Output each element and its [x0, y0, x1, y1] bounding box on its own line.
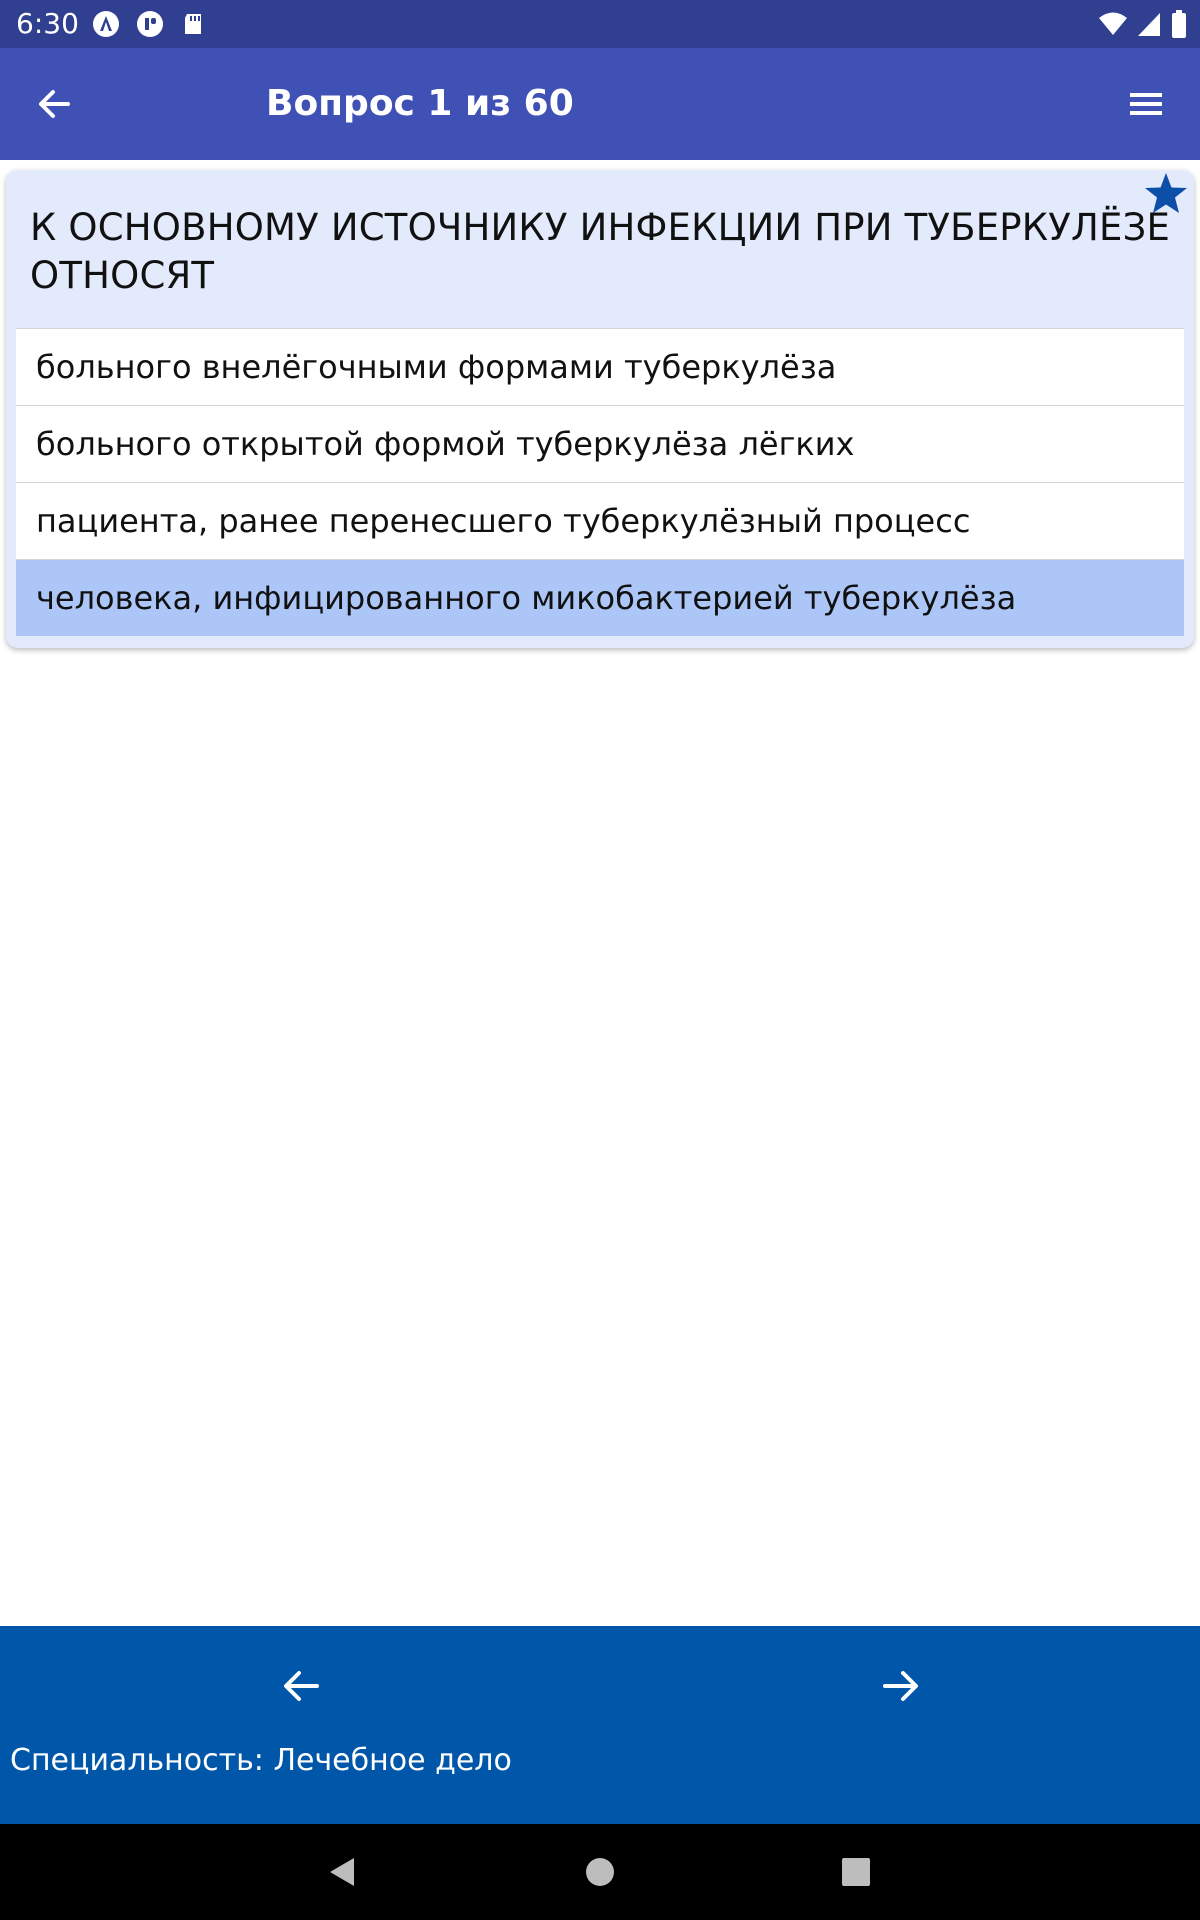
system-home-button[interactable] — [576, 1848, 624, 1896]
arrow-left-icon — [39, 90, 70, 118]
answer-option[interactable]: больного открытой формой туберкулёза лёг… — [16, 405, 1184, 482]
answer-option[interactable]: больного внелёгочными формами туберкулёз… — [16, 328, 1184, 405]
hamburger-menu-icon — [1130, 93, 1162, 115]
square-recents-icon — [842, 1858, 870, 1886]
question-text: К ОСНОВНОМУ ИСТОЧНИКУ ИНФЕКЦИИ ПРИ ТУБЕР… — [30, 206, 1171, 297]
answer-list: больного внелёгочными формами туберкулёз… — [16, 328, 1184, 636]
status-bar: 6:30 — [0, 0, 1200, 48]
status-time: 6:30 — [16, 7, 79, 40]
arrow-right-icon — [883, 1671, 918, 1701]
bottom-panel: Специальность: Лечебное дело — [0, 1626, 1200, 1824]
menu-button[interactable] — [1114, 76, 1178, 132]
previous-question-button[interactable] — [266, 1654, 336, 1718]
answer-option[interactable]: пациента, ранее перенесшего туберкулёзны… — [16, 482, 1184, 559]
question-card: К ОСНОВНОМУ ИСТОЧНИКУ ИНФЕКЦИИ ПРИ ТУБЕР… — [6, 170, 1194, 648]
wifi-icon — [1099, 12, 1127, 35]
back-button[interactable] — [22, 76, 86, 132]
notification-icon — [137, 11, 163, 37]
triangle-back-icon — [330, 1858, 354, 1886]
answer-option-selected[interactable]: человека, инфицированного микобактерией … — [16, 559, 1184, 636]
next-question-button[interactable] — [866, 1654, 936, 1718]
android-auto-icon — [93, 11, 119, 37]
status-right — [1098, 0, 1188, 48]
arrow-left-icon — [284, 1671, 319, 1701]
circle-home-icon — [586, 1858, 614, 1886]
sd-card-icon — [185, 14, 201, 34]
system-back-button[interactable] — [318, 1848, 366, 1896]
app-bar: Вопрос 1 из 60 — [0, 48, 1200, 160]
system-recents-button[interactable] — [832, 1848, 880, 1896]
specialty-label: Специальность: Лечебное дело — [10, 1743, 512, 1778]
signal-icon — [1138, 13, 1160, 36]
page-title: Вопрос 1 из 60 — [266, 83, 574, 124]
battery-icon — [1172, 10, 1186, 38]
system-nav-bar — [0, 1824, 1200, 1920]
